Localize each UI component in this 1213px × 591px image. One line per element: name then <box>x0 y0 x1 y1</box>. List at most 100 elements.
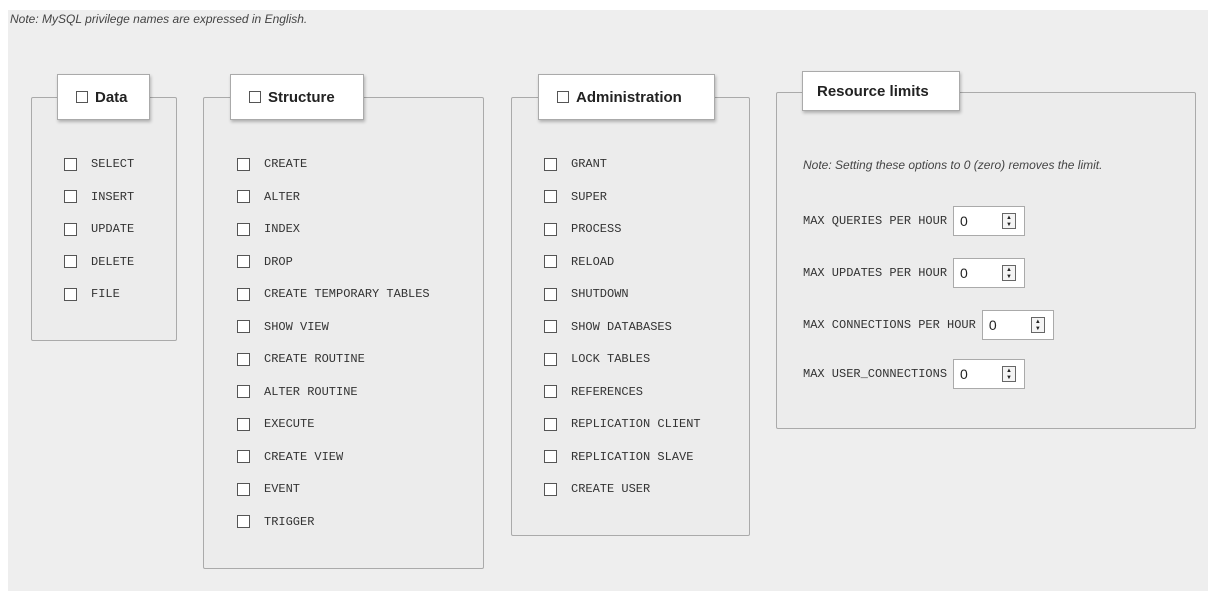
administration-legend-label: Administration <box>576 88 682 106</box>
privilege-item[interactable]: EXECUTE <box>237 408 430 441</box>
data-group-checkbox[interactable] <box>76 91 88 103</box>
privilege-label: ALTER ROUTINE <box>264 384 358 399</box>
privilege-label: CREATE ROUTINE <box>264 352 365 367</box>
privilege-item[interactable]: CREATE TEMPORARY TABLES <box>237 278 430 311</box>
privilege-item[interactable]: INDEX <box>237 213 430 246</box>
structure-legend[interactable]: Structure <box>230 74 364 120</box>
privilege-item[interactable]: ALTER ROUTINE <box>237 376 430 409</box>
checkbox-icon[interactable] <box>64 222 77 236</box>
limit-row-max-updates: MAX UPDATES PER HOUR 0 ▲ ▼ <box>803 258 1026 288</box>
checkbox-icon[interactable] <box>237 157 250 171</box>
privilege-item[interactable]: FILE <box>64 278 134 311</box>
checkbox-icon[interactable] <box>237 222 250 236</box>
privilege-label: REFERENCES <box>571 384 644 399</box>
checkbox-icon[interactable] <box>64 157 77 171</box>
privilege-item[interactable]: CREATE USER <box>544 473 701 506</box>
privilege-label: EVENT <box>264 482 301 497</box>
privilege-item[interactable]: REPLICATION CLIENT <box>544 408 701 441</box>
max-connections-input[interactable]: 0 ▲ ▼ <box>981 310 1054 340</box>
max-updates-input[interactable]: 0 ▲ ▼ <box>953 258 1026 288</box>
limit-label: MAX UPDATES PER HOUR <box>803 266 948 280</box>
privilege-label: TRIGGER <box>264 514 315 529</box>
max-user-connections-input[interactable]: 0 ▲ ▼ <box>953 359 1026 389</box>
privilege-label: SHUTDOWN <box>571 287 629 302</box>
checkbox-icon[interactable] <box>544 450 557 464</box>
privilege-item[interactable]: CREATE VIEW <box>237 441 430 474</box>
privilege-label: CREATE <box>264 157 308 172</box>
checkbox-icon[interactable] <box>544 287 557 301</box>
limit-label: MAX USER_CONNECTIONS <box>803 367 948 381</box>
privilege-label: SELECT <box>91 157 135 172</box>
checkbox-icon[interactable] <box>544 255 557 269</box>
checkbox-icon[interactable] <box>237 287 250 301</box>
privilege-label: SHOW VIEW <box>264 319 329 334</box>
checkbox-icon[interactable] <box>544 157 557 171</box>
spinner-arrows-icon[interactable]: ▲ ▼ <box>1030 317 1045 333</box>
privilege-item[interactable]: SHUTDOWN <box>544 278 701 311</box>
privilege-item[interactable]: DROP <box>237 246 430 279</box>
checkbox-icon[interactable] <box>64 287 77 301</box>
checkbox-icon[interactable] <box>544 417 557 431</box>
privilege-item[interactable]: RELOAD <box>544 246 701 279</box>
privilege-item[interactable]: LOCK TABLES <box>544 343 701 376</box>
privilege-item[interactable]: SHOW DATABASES <box>544 311 701 344</box>
privilege-label: FILE <box>91 287 120 302</box>
spinner-arrows-icon[interactable]: ▲ ▼ <box>1002 366 1017 382</box>
resource-limits-legend: Resource limits <box>802 71 960 111</box>
checkbox-icon[interactable] <box>237 385 250 399</box>
privilege-label: RELOAD <box>571 254 615 269</box>
checkbox-icon[interactable] <box>237 320 250 334</box>
data-legend[interactable]: Data <box>57 74 150 120</box>
checkbox-icon[interactable] <box>237 482 250 496</box>
privilege-item[interactable]: TRIGGER <box>237 506 430 539</box>
privilege-item[interactable]: GRANT <box>544 148 701 181</box>
checkbox-icon[interactable] <box>64 190 77 204</box>
privilege-label: CREATE USER <box>571 482 651 497</box>
privilege-label: UPDATE <box>91 222 135 237</box>
max-queries-input[interactable]: 0 ▲ ▼ <box>953 206 1026 236</box>
spinner-arrows-icon[interactable]: ▲ ▼ <box>1002 265 1017 281</box>
administration-privilege-list: GRANT SUPER PROCESS RELOAD SHUTDOWN SHOW DATA… <box>544 148 701 506</box>
checkbox-icon[interactable] <box>237 450 250 464</box>
checkbox-icon[interactable] <box>544 190 557 204</box>
privilege-item[interactable]: DELETE <box>64 246 134 279</box>
checkbox-icon[interactable] <box>544 385 557 399</box>
privilege-item[interactable]: CREATE <box>237 148 430 181</box>
administration-group-checkbox[interactable] <box>557 91 569 103</box>
structure-group-checkbox[interactable] <box>249 91 261 103</box>
privilege-label: DROP <box>264 254 293 269</box>
spinner-arrows-icon[interactable]: ▲ ▼ <box>1002 213 1017 229</box>
privilege-item[interactable]: EVENT <box>237 473 430 506</box>
privilege-item[interactable]: PROCESS <box>544 213 701 246</box>
limit-value: 0 <box>988 317 997 333</box>
privilege-item[interactable]: SELECT <box>64 148 134 181</box>
resource-limits-note: Note: Setting these options to 0 (zero) … <box>803 158 1103 172</box>
checkbox-icon[interactable] <box>544 320 557 334</box>
privilege-item[interactable]: REPLICATION SLAVE <box>544 441 701 474</box>
privilege-label: INSERT <box>91 189 135 204</box>
checkbox-icon[interactable] <box>237 352 250 366</box>
checkbox-icon[interactable] <box>237 417 250 431</box>
limit-value: 0 <box>960 265 968 281</box>
limit-value: 0 <box>960 366 968 382</box>
administration-legend[interactable]: Administration <box>538 74 715 120</box>
privilege-item[interactable]: SUPER <box>544 181 701 214</box>
privilege-label: INDEX <box>264 222 301 237</box>
privilege-item[interactable]: UPDATE <box>64 213 134 246</box>
checkbox-icon[interactable] <box>237 515 250 529</box>
privilege-item[interactable]: ALTER <box>237 181 430 214</box>
privilege-label: CREATE VIEW <box>264 449 344 464</box>
structure-privilege-list: CREATE ALTER INDEX DROP CREATE TEMPORARY TAB… <box>237 148 430 538</box>
checkbox-icon[interactable] <box>544 352 557 366</box>
checkbox-icon[interactable] <box>237 190 250 204</box>
privilege-item[interactable]: INSERT <box>64 181 134 214</box>
checkbox-icon[interactable] <box>544 222 557 236</box>
privilege-item[interactable]: SHOW VIEW <box>237 311 430 344</box>
privilege-item[interactable]: CREATE ROUTINE <box>237 343 430 376</box>
checkbox-icon[interactable] <box>64 255 77 269</box>
privilege-item[interactable]: REFERENCES <box>544 376 701 409</box>
checkbox-icon[interactable] <box>237 255 250 269</box>
privilege-label: REPLICATION CLIENT <box>571 417 701 432</box>
privilege-label: SUPER <box>571 189 608 204</box>
checkbox-icon[interactable] <box>544 482 557 496</box>
